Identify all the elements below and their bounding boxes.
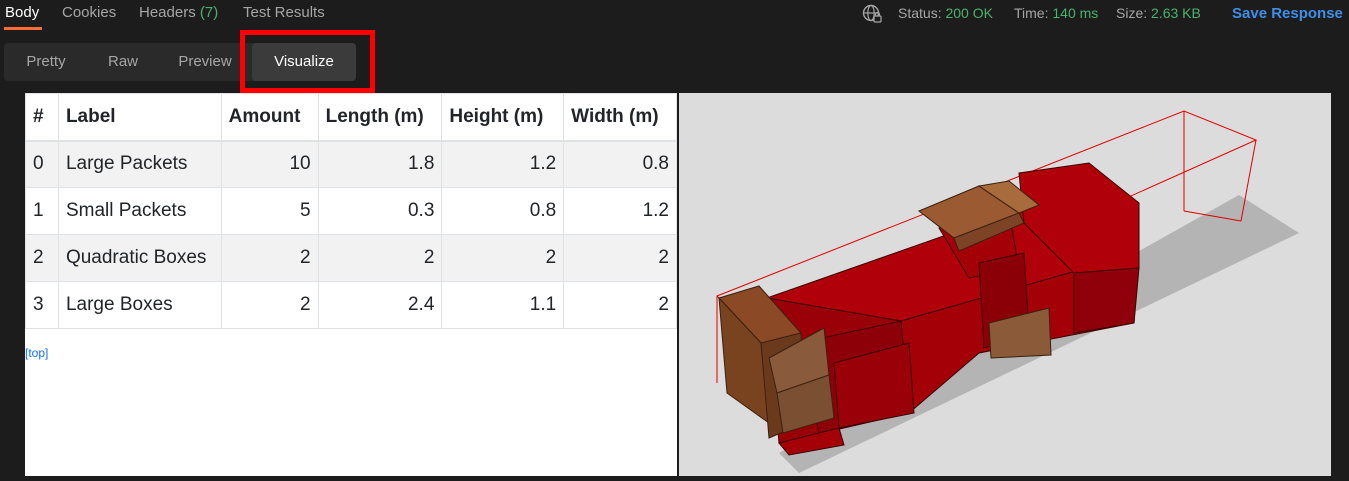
table-row: 0 Large Packets 10 1.8 1.2 0.8: [25, 140, 677, 188]
cargo-table: # Label Amount Length (m) Height (m) Wid…: [25, 93, 677, 329]
scrollbar[interactable]: [1331, 93, 1349, 476]
time-info: Time: 140 ms: [1014, 5, 1098, 21]
status-label: Status:: [898, 5, 942, 21]
size-value: 2.63 KB: [1151, 5, 1201, 21]
cell-index: 3: [25, 281, 59, 329]
col-header-height: Height (m): [441, 93, 565, 142]
network-globe-icon[interactable]: [861, 3, 883, 25]
cell-label: Large Packets: [57, 140, 222, 188]
status-value: 200 OK: [945, 5, 993, 21]
cell-index: 0: [25, 140, 59, 188]
table-header-row: # Label Amount Length (m) Height (m) Wid…: [25, 93, 677, 142]
cell-height: 1.1: [441, 281, 565, 329]
tab-body[interactable]: Body: [5, 4, 39, 21]
cargo-table-panel: # Label Amount Length (m) Height (m) Wid…: [25, 93, 677, 476]
col-header-width: Width (m): [563, 93, 677, 142]
cell-height: 1.2: [441, 140, 565, 188]
table-row: 2 Quadratic Boxes 2 2 2 2: [25, 234, 677, 282]
time-label: Time:: [1014, 5, 1049, 21]
table-row: 3 Large Boxes 2 2.4 1.1 2: [25, 281, 677, 329]
headers-count: (7): [199, 4, 219, 21]
col-header-label: Label: [57, 93, 222, 142]
tab-test-results[interactable]: Test Results: [243, 4, 325, 21]
col-header-index: #: [25, 93, 59, 142]
col-header-length: Length (m): [317, 93, 443, 142]
view-mode-pretty[interactable]: Pretty: [4, 43, 88, 81]
cell-index: 2: [25, 234, 59, 282]
cargo-3d-render: [716, 110, 1299, 473]
response-tabs-bar: Body Cookies Headers (7) Test Results St…: [0, 0, 1349, 30]
tab-headers[interactable]: Headers (7): [139, 4, 218, 21]
container-3d-view[interactable]: [679, 93, 1331, 476]
cell-length: 1.8: [317, 140, 443, 188]
cell-amount: 5: [220, 187, 319, 235]
size-label: Size:: [1116, 5, 1148, 21]
time-value: 140 ms: [1052, 5, 1099, 21]
cell-length: 2.4: [317, 281, 443, 329]
status-info: Status: 200 OK: [898, 5, 993, 21]
table-row: 1 Small Packets 5 0.3 0.8 1.2: [25, 187, 677, 235]
cell-label: Large Boxes: [57, 281, 222, 329]
cell-width: 1.2: [563, 187, 677, 235]
tab-headers-label: Headers: [139, 4, 196, 21]
tab-cookies[interactable]: Cookies: [62, 4, 116, 21]
cell-label: Quadratic Boxes: [57, 234, 222, 282]
cell-width: 2: [563, 281, 677, 329]
cell-length: 0.3: [317, 187, 443, 235]
visualize-highlight-box: [240, 30, 375, 93]
cell-amount: 2: [220, 234, 319, 282]
view-mode-preview[interactable]: Preview: [158, 43, 252, 81]
view-mode-bar: Pretty Raw Preview Visualize: [0, 30, 1349, 93]
cell-label: Small Packets: [57, 187, 222, 235]
cell-amount: 10: [220, 140, 319, 188]
top-link[interactable]: [top]: [25, 346, 48, 360]
cell-amount: 2: [220, 281, 319, 329]
save-response-button[interactable]: Save Response: [1232, 5, 1343, 22]
cell-length: 2: [317, 234, 443, 282]
cell-width: 2: [563, 234, 677, 282]
col-header-amount: Amount: [220, 93, 319, 142]
view-mode-raw[interactable]: Raw: [88, 43, 158, 81]
cell-height: 0.8: [441, 187, 565, 235]
cell-index: 1: [25, 187, 59, 235]
cell-height: 2: [441, 234, 565, 282]
cell-width: 0.8: [563, 140, 677, 188]
size-info: Size: 2.63 KB: [1116, 5, 1201, 21]
visualizer-content: # Label Amount Length (m) Height (m) Wid…: [0, 93, 1349, 476]
